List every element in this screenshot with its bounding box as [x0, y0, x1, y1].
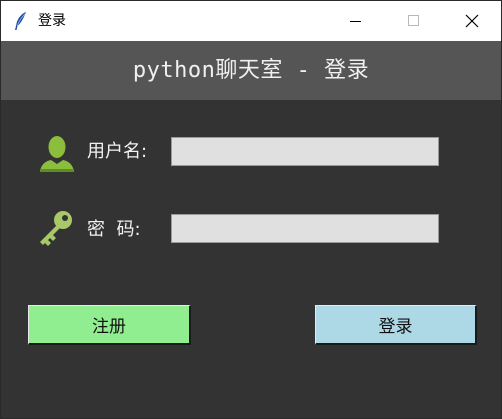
close-icon	[465, 14, 479, 28]
login-window: 登录 python聊天室 - 登录 用户名: 密 码: 注册 登录	[0, 0, 502, 419]
register-button[interactable]: 注册	[28, 305, 191, 345]
login-button[interactable]: 登录	[315, 305, 477, 345]
close-button[interactable]	[449, 1, 495, 41]
user-icon	[37, 134, 77, 174]
page-title: python聊天室 - 登录	[132, 58, 370, 83]
username-input[interactable]	[171, 137, 439, 166]
window-title: 登录	[38, 13, 66, 29]
key-icon	[35, 209, 75, 249]
feather-icon	[14, 11, 28, 31]
minimize-button[interactable]	[333, 1, 379, 41]
maximize-button[interactable]	[391, 1, 437, 41]
register-button-label: 注册	[92, 317, 126, 337]
title-bar[interactable]: 登录	[1, 1, 501, 41]
username-label: 用户名:	[87, 141, 148, 162]
header-band: python聊天室 - 登录	[1, 41, 501, 100]
password-input[interactable]	[171, 214, 439, 243]
minimize-icon	[350, 21, 361, 22]
login-button-label: 登录	[378, 317, 413, 337]
password-label: 密 码:	[87, 219, 141, 240]
maximize-icon	[408, 15, 419, 26]
